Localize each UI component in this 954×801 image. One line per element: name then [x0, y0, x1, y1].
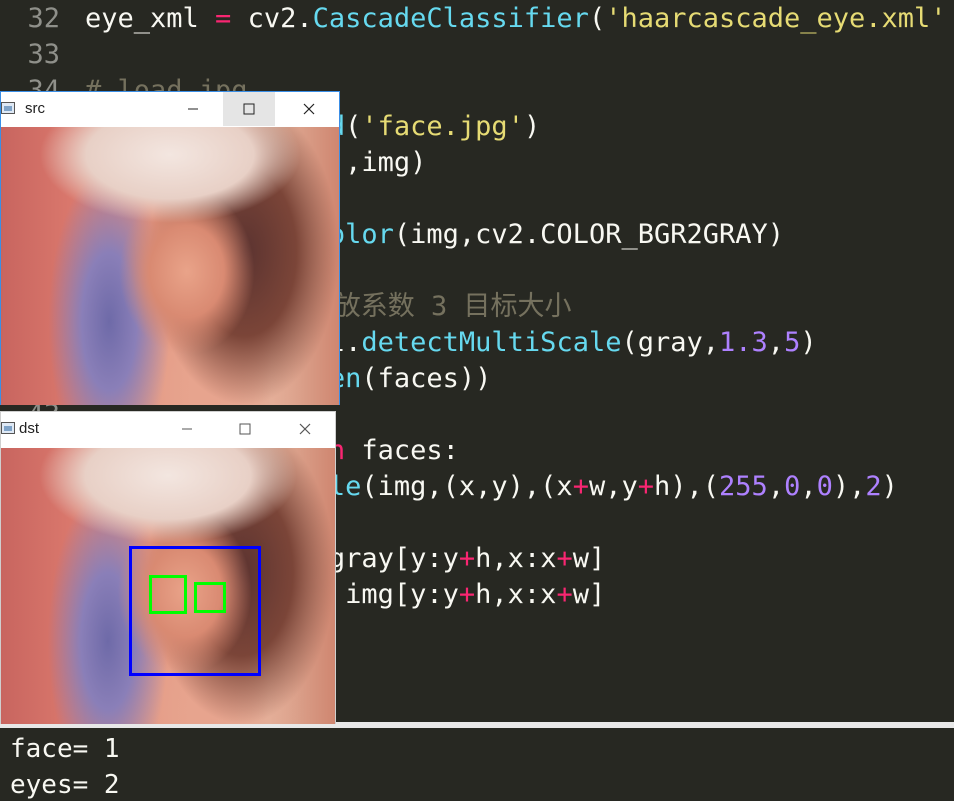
maximize-icon	[239, 423, 251, 435]
code-token: (faces))	[361, 363, 492, 394]
code-token: )	[523, 111, 541, 142]
code-token: ,	[767, 327, 785, 358]
code-token: (gray,	[621, 327, 720, 358]
code-token: =	[215, 3, 232, 34]
close-button[interactable]	[279, 412, 331, 446]
close-icon	[299, 423, 311, 435]
src-image	[1, 127, 339, 405]
code-token: +	[556, 543, 573, 574]
code-token: 'haarcascade_eye.xml'	[605, 3, 947, 34]
code-token: +	[572, 471, 589, 502]
console-line: face= 1	[10, 734, 120, 764]
console-line: eyes= 2	[10, 770, 120, 800]
src-window-title: src	[25, 100, 45, 117]
code-token: )	[800, 327, 817, 358]
line-number: 32	[27, 3, 60, 34]
code-token: detectMultiScale	[361, 327, 622, 358]
code-text: eye_xml = cv2.CascadeClassifier('haarcas…	[85, 1, 947, 37]
app-window-icon	[1, 422, 15, 434]
code-token: 0	[816, 471, 833, 502]
code-token: h),(	[654, 471, 720, 502]
dst-image	[1, 448, 335, 724]
eye-detection-box	[149, 575, 187, 614]
code-token: eye_xml	[85, 3, 216, 34]
code-token: )	[881, 471, 898, 502]
code-token: 5	[784, 327, 801, 358]
code-token: CascadeClassifier	[312, 3, 589, 34]
code-line[interactable]: 32 eye_xml = cv2.CascadeClassifier('haarc…	[0, 1, 954, 37]
maximize-icon	[243, 103, 255, 115]
close-icon	[303, 103, 315, 115]
code-line[interactable]: 33	[0, 37, 954, 73]
code-token: (	[588, 3, 606, 34]
code-token: 255	[719, 471, 768, 502]
code-token: ,img)	[345, 147, 427, 178]
code-token: (img,cv2.COLOR_BGR2GRAY)	[393, 219, 785, 250]
code-token: ,	[800, 471, 817, 502]
code-token: ),	[832, 471, 866, 502]
minimize-button[interactable]	[167, 92, 219, 126]
code-token: h,x:x	[475, 579, 557, 610]
code-token: w,y	[588, 471, 638, 502]
maximize-button[interactable]	[219, 412, 271, 446]
code-token: faces:	[345, 435, 459, 466]
code-token: +	[637, 471, 654, 502]
code-token: +	[458, 579, 476, 610]
maximize-button[interactable]	[223, 92, 275, 126]
minimize-button[interactable]	[161, 412, 213, 446]
app-window-icon	[1, 102, 15, 114]
code-token: w]	[572, 579, 606, 610]
console-output: face= 1 eyes= 2	[0, 722, 954, 801]
code-token: w]	[572, 543, 606, 574]
close-button[interactable]	[283, 92, 335, 126]
dst-window-title: dst	[19, 420, 40, 437]
minimize-icon	[182, 428, 192, 430]
src-titlebar[interactable]: src	[1, 92, 339, 126]
dst-titlebar[interactable]: dst	[1, 412, 335, 446]
code-token: 'face.jpg'	[361, 111, 524, 142]
minimize-icon	[188, 108, 198, 110]
code-token: 2	[865, 471, 882, 502]
code-token: cv2.	[231, 3, 313, 34]
code-token: ,	[767, 471, 785, 502]
code-token: +	[556, 579, 573, 610]
portrait-photo	[1, 127, 339, 405]
code-token: 0	[784, 471, 801, 502]
src-window[interactable]: src	[0, 91, 340, 405]
code-token: 1.3	[719, 327, 768, 358]
code-token: +	[458, 543, 476, 574]
dst-window[interactable]: dst	[0, 411, 336, 724]
eye-detection-box	[194, 582, 226, 613]
code-token: h,x:x	[475, 543, 557, 574]
code-token: (img,(x,y),(x	[361, 471, 573, 502]
code-token: (	[345, 111, 362, 142]
line-number: 33	[27, 39, 60, 70]
code-token: img[y:y	[328, 579, 459, 610]
